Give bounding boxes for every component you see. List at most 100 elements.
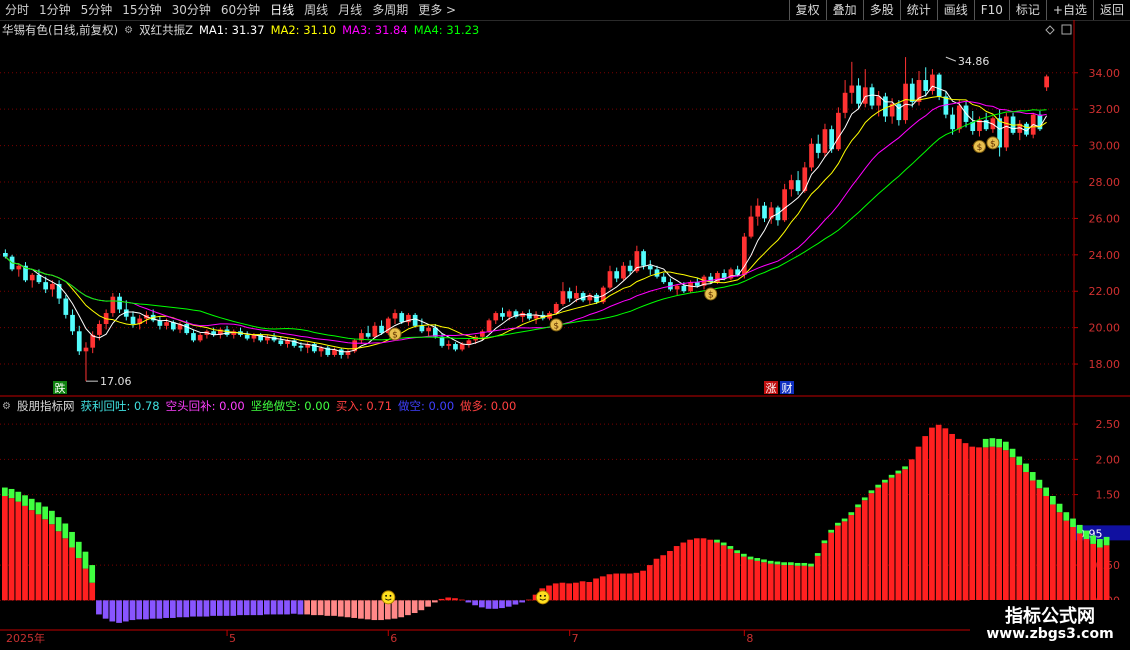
histogram-bar [868,490,875,601]
histogram-bar [109,600,116,622]
candle-body [70,314,75,332]
toolbar-button[interactable]: 画线 [936,0,974,20]
histogram-bar [277,600,284,615]
histogram-bar [976,447,982,601]
period-tab[interactable]: 周线 [299,0,333,20]
smiley-eye [385,594,387,597]
candle [775,205,781,226]
candle-body [849,85,855,93]
histogram-bar [223,600,230,616]
short-bar [378,600,384,621]
kline-chart[interactable]: 34.00 32.00 30.00 28.00 26.00 24.00 22.00 20.00… [0,20,1130,650]
histogram-bar [982,438,989,601]
histogram-bar [290,600,297,614]
period-tab[interactable]: 更多 > [413,0,461,20]
ma2-value: MA2: 31.10 [270,23,337,37]
histogram-bar [882,479,888,601]
profit-bar [599,576,606,601]
toolbar-button[interactable]: F10 [973,0,1009,20]
histogram-bar [250,600,257,616]
profit-bar [1009,457,1016,601]
candle [903,57,908,124]
short-bar [364,600,371,620]
price-tick-label: 22.00 [1089,285,1121,298]
histogram-bar [861,497,868,601]
price-tick-label: 18.00 [1089,358,1121,371]
price-tick-label: 28.00 [1089,176,1121,189]
period-tab[interactable]: 多周期 [367,0,413,20]
period-tab[interactable]: 分时 [0,0,34,20]
candle-body [694,282,700,286]
profit-bar [438,598,445,601]
profit-bar [1083,539,1090,601]
toolbar-button[interactable]: 多股 [862,0,900,20]
profit-bar [28,510,35,601]
toolbar-button[interactable]: 标记 [1008,0,1046,20]
histogram-bar [230,600,237,616]
short-bar [324,600,331,616]
histogram-bar [149,600,156,619]
profit-bar [848,515,855,601]
profit-bar [821,543,828,601]
short-bar [96,600,102,615]
indicator-histogram [2,424,1110,623]
period-tab[interactable]: 15分钟 [117,0,166,20]
short-bar [398,600,405,618]
candle [338,347,344,359]
candle-body [815,143,821,153]
candle-body [903,83,908,121]
green-segment [855,504,861,508]
profit-bar [42,519,49,601]
period-tab[interactable]: 5分钟 [76,0,118,20]
period-tab[interactable]: 30分钟 [167,0,216,20]
toolbar-button[interactable]: 叠加 [825,0,863,20]
green-segment [982,438,989,448]
profit-bar [1056,512,1063,601]
profit-bar [1103,545,1110,601]
period-tab[interactable]: 60分钟 [216,0,265,20]
candle [862,69,868,108]
histogram-bar [1050,496,1056,601]
short-bar [129,600,136,621]
firm-short-value: 坚绝做空: 0.00 [250,399,330,413]
histogram-bar [243,600,250,616]
candle-body [822,129,828,153]
histogram-bar [687,539,693,601]
profit-bar [75,558,82,601]
toolbar-button[interactable]: 返回 [1092,0,1130,20]
candle [614,267,620,283]
short-bar [519,600,525,603]
toolbar-button[interactable]: 复权 [788,0,826,20]
histogram-bar [693,538,700,601]
profit-bar [781,565,787,601]
stock-title[interactable]: 华锡有色(日线,前复权) [2,22,118,38]
profit-bar [8,498,15,601]
period-tab[interactable]: 1分钟 [34,0,76,20]
profit-bar [653,558,660,601]
candle [802,161,808,193]
candle-body [869,87,875,106]
period-tab[interactable]: 月线 [333,0,367,20]
gear-icon[interactable]: ⚙ [2,401,11,412]
period-tab[interactable]: 日线 [265,0,299,20]
histogram-bar [505,600,512,607]
toolbar-button[interactable]: +自选 [1045,0,1093,20]
price-tick-label: 26.00 [1089,212,1121,225]
short-bar [277,600,284,615]
short-bar [499,600,505,609]
sub-indicator-name[interactable]: 股朋指标网 [17,398,75,414]
green-segment [55,517,62,532]
candle [23,262,28,283]
gear-icon[interactable]: ⚙ [124,25,133,36]
candle [493,311,499,324]
histogram-bar [714,539,720,601]
histogram-bar [257,600,263,616]
indicator-name[interactable]: 双红共振Z [139,22,193,38]
candle [29,273,35,288]
toolbar-button[interactable]: 统计 [899,0,937,20]
money-bag-icon: $ [549,318,563,332]
candle [842,80,848,119]
green-segment [767,560,774,564]
candle [453,342,458,352]
histogram-bar [378,600,384,621]
